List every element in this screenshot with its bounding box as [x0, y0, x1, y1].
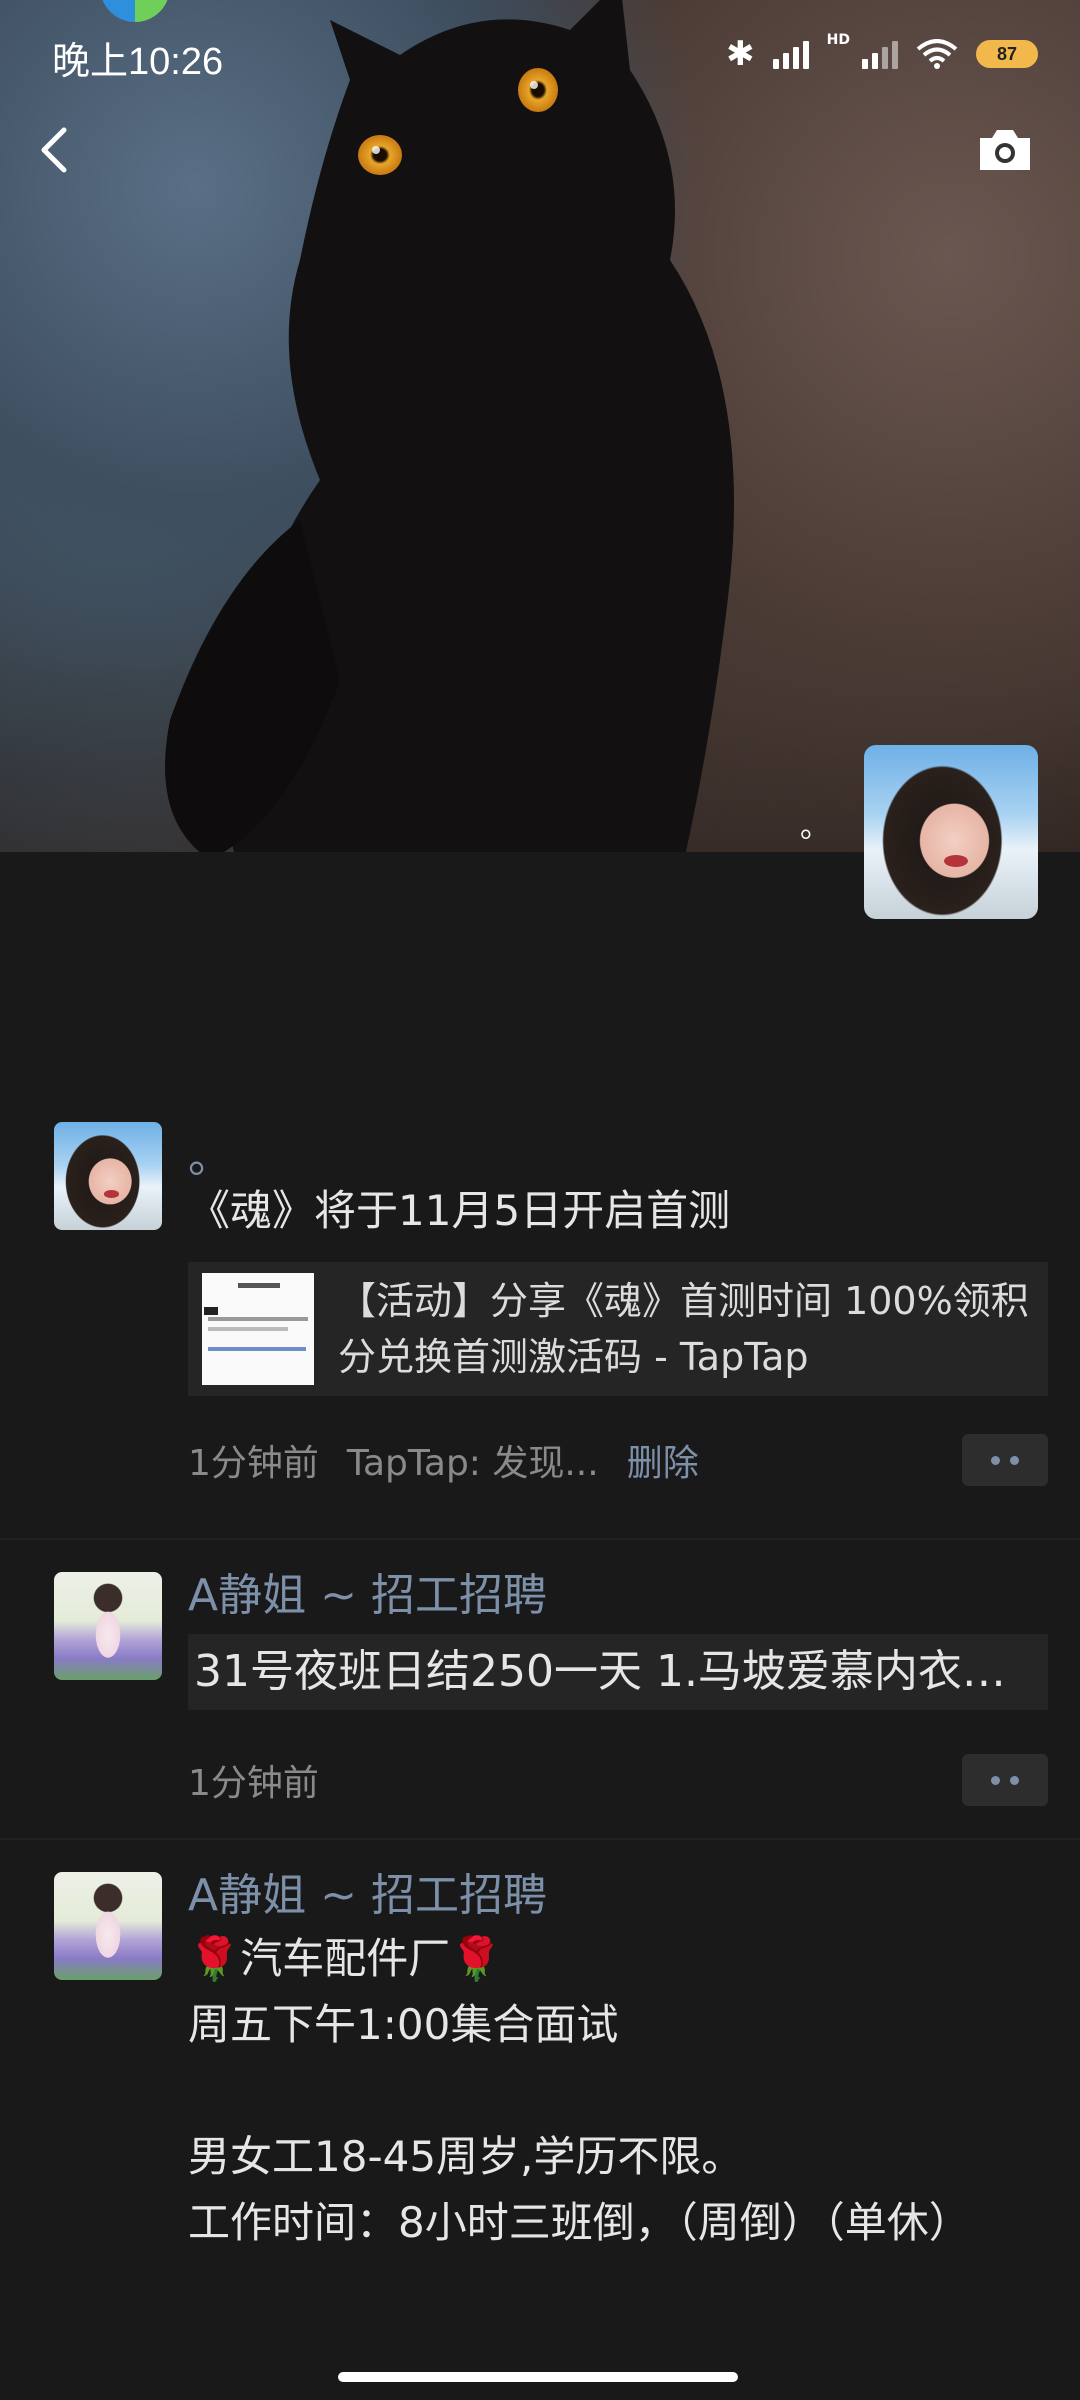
link-thumbnail — [202, 1273, 314, 1385]
avatar-image — [54, 1872, 162, 1980]
avatar[interactable] — [54, 1122, 162, 1230]
post-text: 《魂》将于11月5日开启首测 — [188, 1186, 731, 1235]
feed-post: A静姐 ~ 招工招聘 31号夜班日结250一天 1.马坡爱慕内衣… 1分钟前 — [0, 1540, 1080, 1840]
post-source[interactable]: TapTap: 发现... — [347, 1434, 599, 1486]
link-card[interactable]: 【活动】分享《魂》首测时间 100%领积分兑换首测激活码 - TapTap — [188, 1262, 1048, 1396]
post-author[interactable]: A静姐 ~ 招工招聘 — [188, 1566, 1048, 1626]
more-dots-icon[interactable] — [962, 1754, 1048, 1806]
feed-post: 。 《魂》将于11月5日开启首测 【活动】分享《魂》首测时间 100%领积分兑换… — [0, 1120, 1080, 1540]
more-dots-icon[interactable] — [962, 1434, 1048, 1486]
avatar-image — [864, 745, 1038, 919]
battery-indicator: 87 — [976, 40, 1038, 68]
feed-post: A静姐 ~ 招工招聘 🌹汽车配件厂🌹 周五下午1:00集合面试 男女工18-45… — [0, 1840, 1080, 2400]
profile-name: 。 — [800, 810, 830, 845]
post-author[interactable]: 。 — [188, 1136, 1048, 1180]
post-preview[interactable]: 31号夜班日结250一天 1.马坡爱慕内衣… — [188, 1634, 1048, 1710]
cat-photo — [165, 0, 734, 852]
avatar-image — [54, 1572, 162, 1680]
camera-icon[interactable] — [976, 126, 1034, 174]
cover-photo[interactable] — [0, 0, 1080, 852]
moments-feed: 。 《魂》将于11月5日开启首测 【活动】分享《魂》首测时间 100%领积分兑换… — [0, 1120, 1080, 2400]
status-time: 晚上10:26 — [52, 41, 224, 83]
post-meta: 1分钟前 TapTap: 发现... 删除 — [188, 1430, 1048, 1490]
home-indicator[interactable] — [338, 2372, 738, 2382]
avatar-image — [54, 1122, 162, 1230]
post-time: 1分钟前 — [188, 1443, 319, 1484]
signal-icon — [772, 39, 809, 69]
post-text: 🌹汽车配件厂🌹 周五下午1:00集合面试 男女工18-45周岁,学历不限。 工作… — [188, 1934, 971, 2247]
bluetooth-icon: ✱ — [726, 34, 755, 74]
status-bar: 晚上10:26 ✱ HD 87 — [0, 0, 1080, 110]
status-icons: ✱ HD 87 — [726, 32, 1038, 74]
delete-link[interactable]: 删除 — [627, 1434, 699, 1486]
hd-label: HD — [826, 32, 850, 48]
wifi-icon — [916, 39, 958, 69]
profile-avatar[interactable] — [864, 745, 1038, 919]
signal-icon-2 — [862, 39, 898, 69]
app-notification-icon — [100, 0, 170, 22]
avatar[interactable] — [54, 1572, 162, 1680]
avatar[interactable] — [54, 1872, 162, 1980]
post-author[interactable]: A静姐 ~ 招工招聘 — [188, 1866, 1048, 1926]
link-title: 【活动】分享《魂》首测时间 100%领积分兑换首测激活码 - TapTap — [338, 1279, 1029, 1379]
back-chevron-icon[interactable] — [30, 120, 80, 180]
post-time: 1分钟前 — [188, 1763, 319, 1804]
post-meta: 1分钟前 — [188, 1750, 1048, 1810]
